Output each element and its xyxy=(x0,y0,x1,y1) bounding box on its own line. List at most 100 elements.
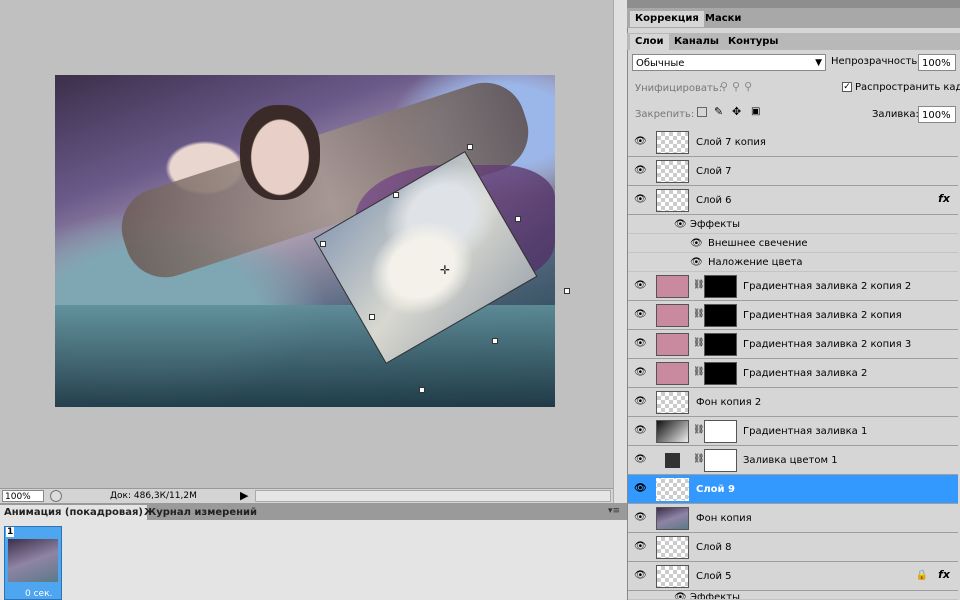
visibility-eye-icon[interactable]: 👁 xyxy=(634,137,648,147)
visibility-eye-icon[interactable]: 👁 xyxy=(634,455,648,465)
effects-group[interactable]: 👁 Эффекты xyxy=(628,591,958,600)
layer-row[interactable]: 👁 Слой 7 копия xyxy=(628,128,958,157)
visibility-eye-icon[interactable]: 👁 xyxy=(634,310,648,320)
layer-mask-thumbnail[interactable] xyxy=(704,333,737,356)
transform-handle-left[interactable] xyxy=(320,241,326,247)
fx-icon[interactable]: fx xyxy=(938,568,950,581)
layer-name: Фон копия 2 xyxy=(696,397,762,408)
layer-thumbnail xyxy=(656,131,689,154)
fx-icon[interactable]: fx xyxy=(938,192,950,205)
link-chain-icon[interactable]: ⛓ xyxy=(693,280,704,290)
status-menu-icon[interactable] xyxy=(50,490,62,502)
visibility-eye-icon[interactable]: 👁 xyxy=(690,257,703,268)
crosshair-icon[interactable]: ✛ xyxy=(440,263,450,277)
layer-mask-thumbnail[interactable] xyxy=(704,275,737,298)
visibility-eye-icon[interactable]: 👁 xyxy=(634,484,648,494)
layer-mask-thumbnail[interactable] xyxy=(704,420,737,443)
visibility-eye-icon[interactable]: 👁 xyxy=(634,571,648,581)
visibility-eye-icon[interactable]: 👁 xyxy=(690,238,703,249)
layer-row[interactable]: 👁 Слой 6 fx xyxy=(628,186,958,215)
link-chain-icon[interactable]: ⛓ xyxy=(693,367,704,377)
layer-name: Заливка цветом 1 xyxy=(743,455,838,466)
link-chain-icon[interactable]: ⛓ xyxy=(693,454,704,464)
canvas-workspace[interactable]: ✛ xyxy=(0,0,628,503)
link-chain-icon[interactable]: ⛓ xyxy=(693,309,704,319)
layer-row[interactable]: 👁 Фон копия 2 xyxy=(628,388,958,417)
visibility-eye-icon[interactable]: 👁 xyxy=(634,542,648,552)
propagate-checkbox[interactable]: ✓ xyxy=(842,82,852,92)
vertical-scrollbar[interactable] xyxy=(613,0,628,503)
visibility-eye-icon[interactable]: 👁 xyxy=(634,166,648,176)
layer-row[interactable]: 👁 ⛓ Градиентная заливка 2 xyxy=(628,359,958,388)
opacity-label: Непрозрачность: xyxy=(831,56,921,67)
visibility-eye-icon[interactable]: 👁 xyxy=(634,426,648,436)
tab-paths[interactable]: Контуры xyxy=(723,34,783,50)
visibility-eye-icon[interactable]: 👁 xyxy=(634,368,648,378)
transform-handle-bottom-right[interactable] xyxy=(492,338,498,344)
effects-label: Эффекты xyxy=(690,219,740,230)
layer-row[interactable]: 👁 Слой 7 xyxy=(628,157,958,186)
lock-all-icon[interactable]: ▣ xyxy=(751,106,760,117)
blend-mode-select[interactable]: Обычные ▼ xyxy=(632,54,826,71)
chevron-down-icon: ▼ xyxy=(815,58,822,68)
layer-row[interactable]: 👁 Слой 5 🔒 fx xyxy=(628,562,958,591)
effects-group[interactable]: 👁 Эффекты xyxy=(628,215,958,234)
layer-mask-thumbnail[interactable] xyxy=(704,362,737,385)
transform-handle-top-left[interactable] xyxy=(393,192,399,198)
layer-name: Градиентная заливка 2 копия xyxy=(743,310,902,321)
tab-adjustments[interactable]: Коррекция xyxy=(630,11,704,27)
visibility-eye-icon[interactable]: 👁 xyxy=(674,219,687,230)
layer-thumbnail xyxy=(656,304,689,327)
layer-row[interactable]: 👁 Фон копия xyxy=(628,504,958,533)
layer-name: Градиентная заливка 2 копия 2 xyxy=(743,281,912,292)
animation-frame[interactable]: 1 0 сек. xyxy=(4,526,62,600)
layer-name: Слой 6 xyxy=(696,195,732,206)
frame-delay[interactable]: 0 сек. xyxy=(25,589,52,599)
link-chain-icon[interactable]: ⛓ xyxy=(693,425,704,435)
layer-row[interactable]: 👁 ⛓ Градиентная заливка 2 копия xyxy=(628,301,958,330)
visibility-eye-icon[interactable]: 👁 xyxy=(634,339,648,349)
tab-masks[interactable]: Маски xyxy=(700,11,746,27)
layer-row[interactable]: 👁 ⛓ Градиентная заливка 2 копия 2 xyxy=(628,272,958,301)
transform-handle-top[interactable] xyxy=(467,144,473,150)
layer-row[interactable]: 👁 Слой 8 xyxy=(628,533,958,562)
blend-mode-value: Обычные xyxy=(636,58,685,69)
transform-handle-bottom[interactable] xyxy=(419,387,425,393)
play-arrow-icon[interactable]: ▶ xyxy=(240,489,248,502)
zoom-field[interactable]: 100% xyxy=(2,490,44,502)
effect-item[interactable]: 👁 Наложение цвета xyxy=(628,253,958,272)
opacity-field[interactable]: 100% xyxy=(918,54,956,71)
layer-mask-thumbnail[interactable] xyxy=(704,449,737,472)
lock-brush-icon[interactable]: ✎ xyxy=(714,105,723,118)
layer-row[interactable]: 👁 ⛓ Заливка цветом 1 xyxy=(628,446,958,475)
transform-handle-top-right[interactable] xyxy=(515,216,521,222)
effect-item[interactable]: 👁 Внешнее свечение xyxy=(628,234,958,253)
layer-row-selected[interactable]: 👁 Слой 9 xyxy=(628,475,958,504)
link-chain-icon[interactable]: ⛓ xyxy=(693,338,704,348)
panel-top-strip xyxy=(627,0,960,8)
visibility-eye-icon[interactable]: 👁 xyxy=(634,513,648,523)
visibility-eye-icon[interactable]: 👁 xyxy=(634,195,648,205)
lock-move-icon[interactable]: ✥ xyxy=(732,105,741,118)
visibility-eye-icon[interactable]: 👁 xyxy=(674,592,687,599)
layer-thumbnail xyxy=(656,478,689,501)
tab-layers[interactable]: Слои xyxy=(630,34,669,50)
tab-animation[interactable]: Анимация (покадровая) xyxy=(0,505,147,520)
tab-measurement-log[interactable]: Журнал измерений xyxy=(140,505,261,520)
lock-transparent-icon[interactable] xyxy=(697,107,707,117)
visibility-eye-icon[interactable]: 👁 xyxy=(634,281,648,291)
horizontal-scrollbar[interactable] xyxy=(255,490,611,502)
frame-number: 1 xyxy=(6,527,15,537)
transform-handle-right[interactable] xyxy=(564,288,570,294)
fill-field[interactable]: 100% xyxy=(918,106,956,123)
transform-handle-bottom-left[interactable] xyxy=(369,314,375,320)
unify-label: Унифицировать: xyxy=(635,83,723,94)
unify-icons[interactable]: ⚲⚲⚲ xyxy=(720,80,756,93)
tab-channels[interactable]: Каналы xyxy=(669,34,724,50)
layer-row[interactable]: 👁 ⛓ Градиентная заливка 1 xyxy=(628,417,958,446)
visibility-eye-icon[interactable]: 👁 xyxy=(634,397,648,407)
layer-mask-thumbnail[interactable] xyxy=(704,304,737,327)
status-bar: 100% Док: 486,3К/11,2М ▶ xyxy=(0,488,613,504)
layer-row[interactable]: 👁 ⛓ Градиентная заливка 2 копия 3 xyxy=(628,330,958,359)
panel-menu-icon[interactable]: ▾≡ xyxy=(608,506,620,516)
